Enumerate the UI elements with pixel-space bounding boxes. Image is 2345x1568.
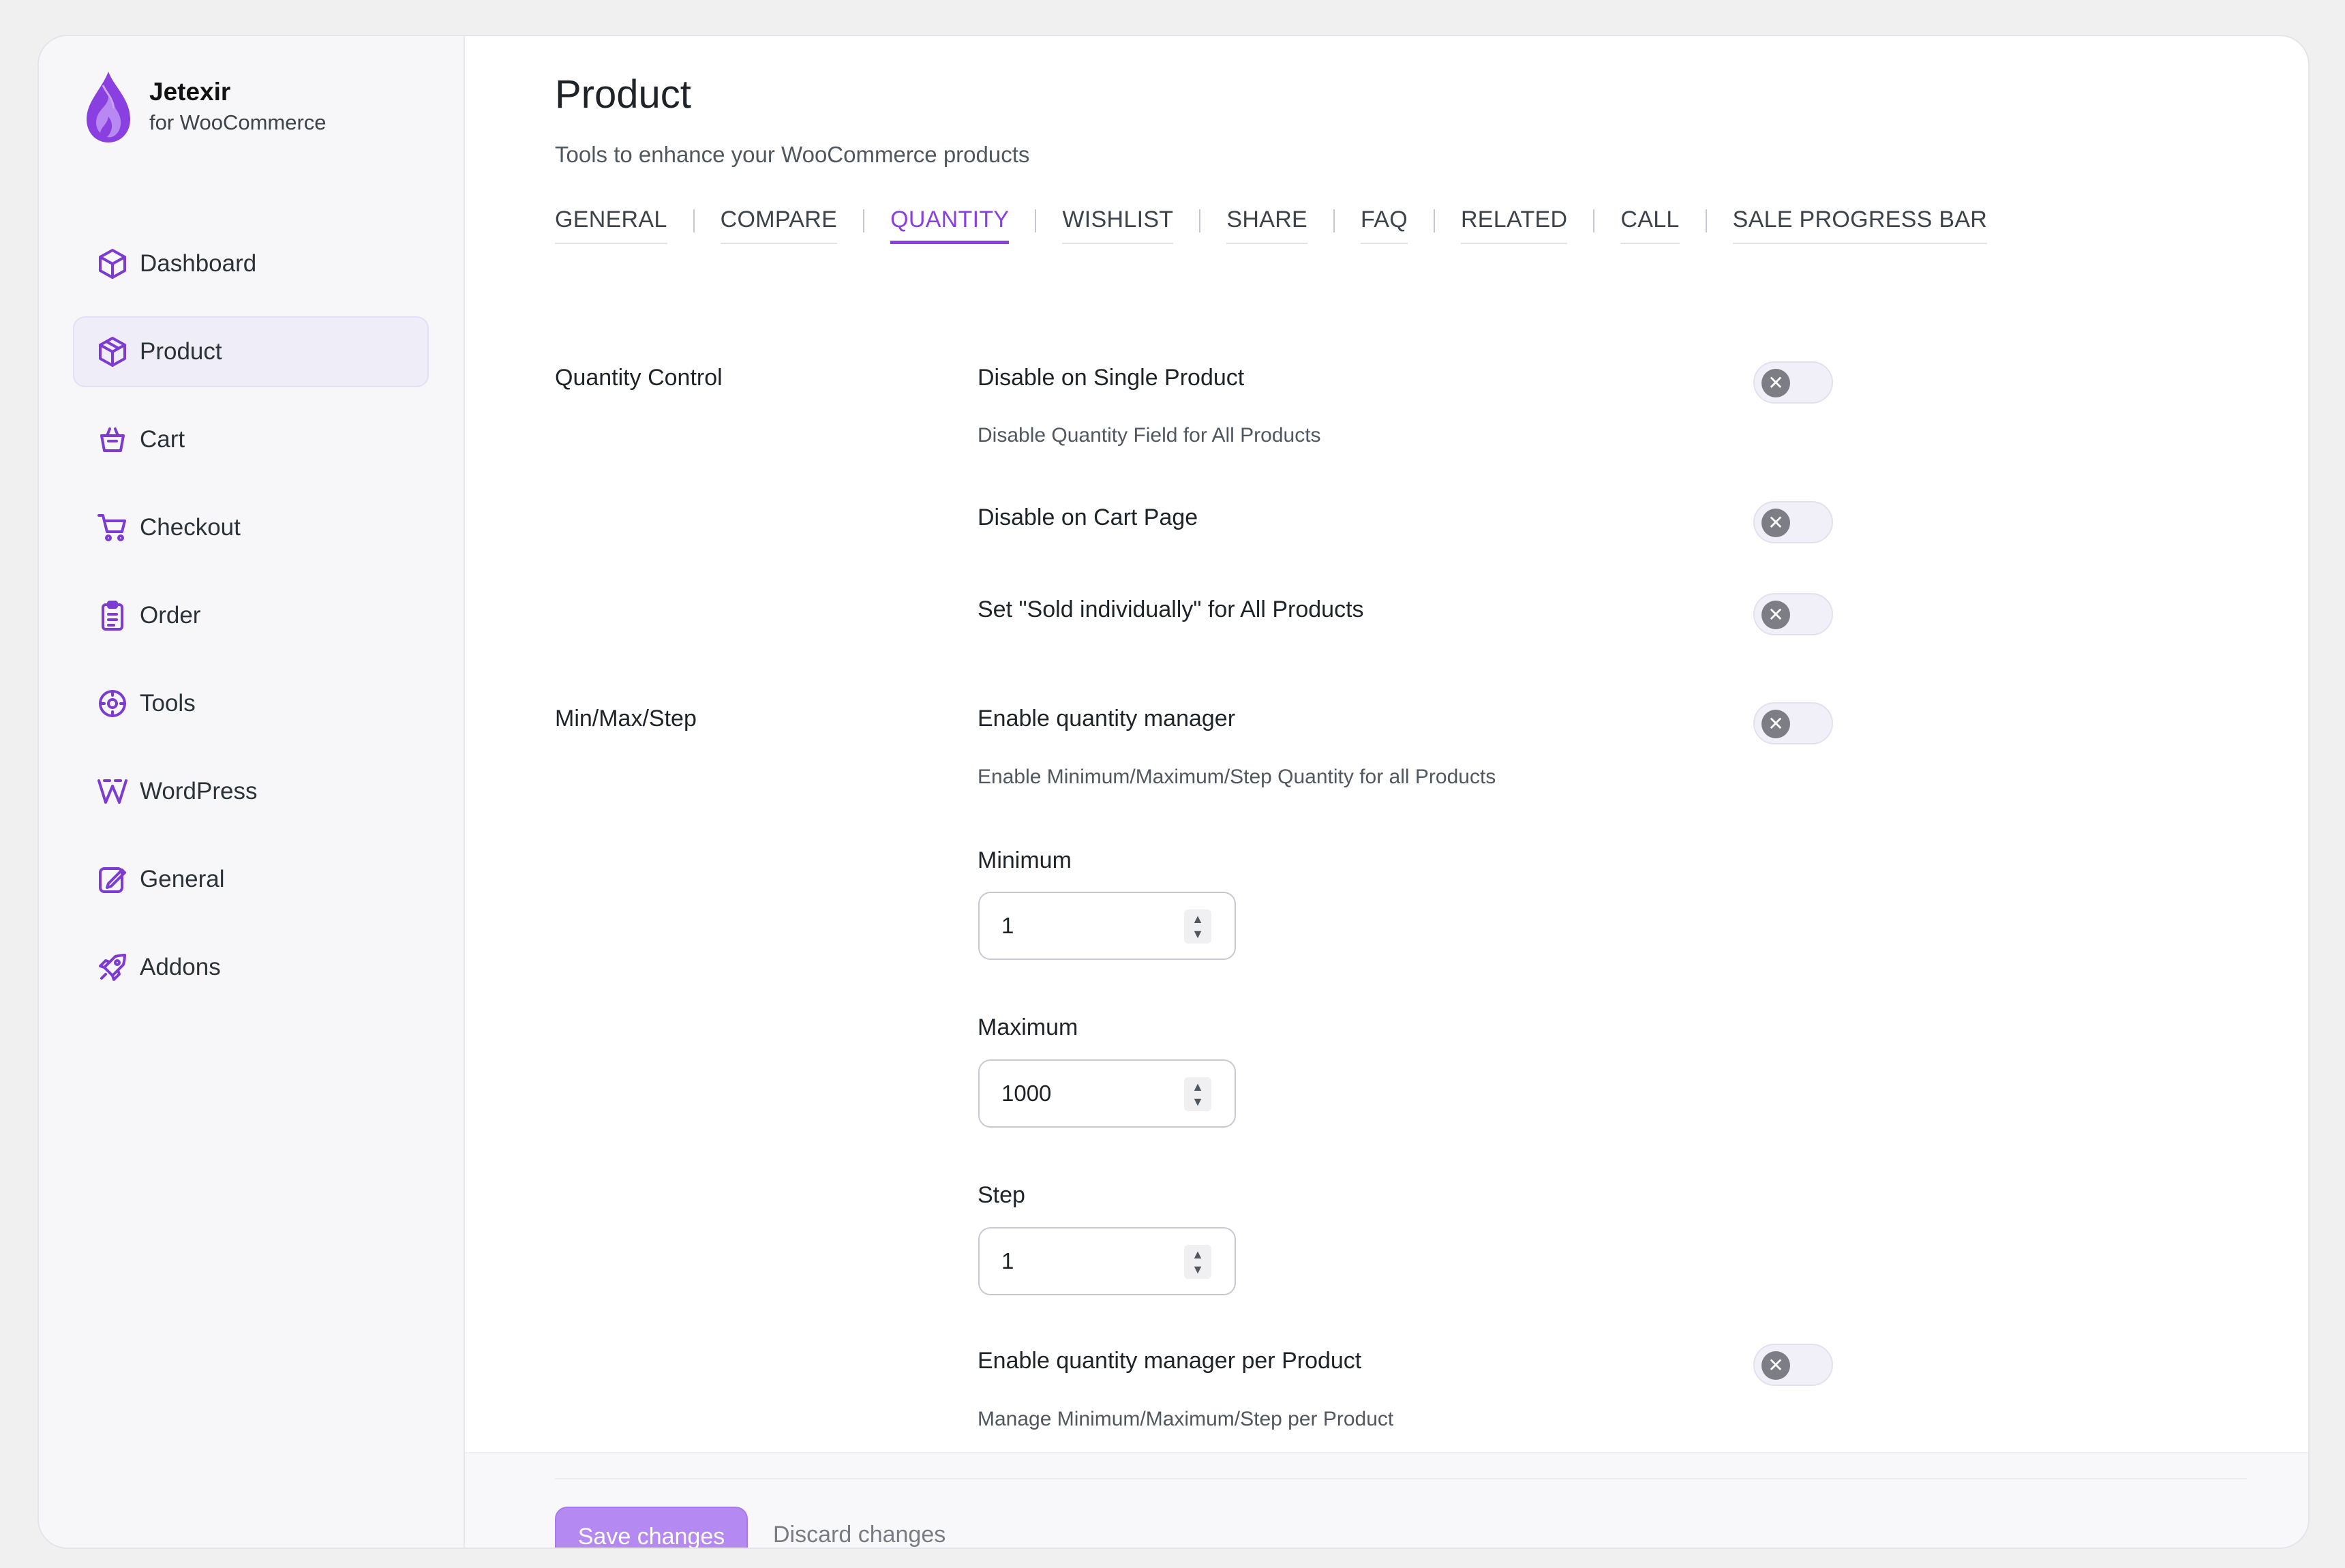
clipboard-icon: [102, 601, 123, 631]
tab-separator: [1035, 209, 1037, 232]
per-product-desc: Manage Minimum/Maximum/Step per Product: [978, 1408, 1394, 1430]
minimum-input[interactable]: 1 ▲ ▼: [978, 892, 1236, 960]
close-icon: ✕: [1761, 369, 1790, 397]
enable-manager-toggle[interactable]: ✕: [1753, 702, 1833, 744]
close-icon: ✕: [1761, 1351, 1790, 1380]
step-label: Step: [978, 1182, 1025, 1208]
brand-subtitle: for WooCommerce: [149, 110, 327, 134]
close-icon: ✕: [1761, 710, 1790, 738]
cube-icon: [99, 249, 126, 279]
settings-window: Jetexir for WooCommerce Dashboard Produc…: [37, 35, 2310, 1549]
tab-separator: [1593, 209, 1595, 232]
discard-button[interactable]: Discard changes: [773, 1522, 945, 1548]
page-subtitle: Tools to enhance your WooCommerce produc…: [555, 142, 1030, 167]
tab-separator: [1199, 209, 1201, 232]
sold-individually-title: Set "Sold individually" for All Products: [978, 597, 1364, 622]
action-bar: Save changes Discard changes: [465, 1452, 2308, 1548]
sidebar-item-cart[interactable]: Cart: [73, 404, 429, 475]
tab-compare[interactable]: COMPARE: [720, 207, 838, 244]
enable-manager-title: Enable quantity manager: [978, 706, 1236, 732]
divider: [555, 1478, 2247, 1479]
sidebar-item-tools[interactable]: Tools: [73, 668, 429, 739]
tab-separator: [863, 209, 865, 232]
sidebar-item-order[interactable]: Order: [73, 580, 429, 651]
tab-separator: [1333, 209, 1335, 232]
sold-individually-toggle[interactable]: ✕: [1753, 593, 1833, 635]
stepper-icon[interactable]: ▲ ▼: [1184, 1245, 1211, 1279]
sidebar-item-label: General: [140, 866, 225, 892]
basket-icon: [100, 427, 125, 452]
maximum-input[interactable]: 1000 ▲ ▼: [978, 1059, 1236, 1128]
brand-name: Jetexir: [149, 78, 231, 106]
step-value: 1: [1001, 1248, 1014, 1273]
edit-icon: [99, 867, 126, 893]
per-product-toggle[interactable]: ✕: [1753, 1344, 1833, 1386]
sidebar-item-label: Order: [140, 602, 201, 629]
tab-related[interactable]: RELATED: [1460, 207, 1568, 244]
sidebar-item-addons[interactable]: Addons: [73, 932, 429, 1003]
brand: Jetexir for WooCommerce: [82, 69, 327, 145]
enable-manager-desc: Enable Minimum/Maximum/Step Quantity for…: [978, 766, 1496, 788]
disable-single-toggle[interactable]: ✕: [1753, 361, 1833, 404]
close-icon: ✕: [1761, 601, 1790, 629]
disable-single-desc: Disable Quantity Field for All Products: [978, 424, 1321, 447]
minimum-value: 1: [1001, 913, 1014, 938]
tab-quantity[interactable]: QUANTITY: [890, 207, 1010, 244]
disable-cart-title: Disable on Cart Page: [978, 504, 1198, 530]
tab-general[interactable]: GENERAL: [555, 207, 667, 244]
sidebar: Jetexir for WooCommerce Dashboard Produc…: [39, 36, 465, 1548]
sidebar-item-label: Addons: [140, 954, 221, 980]
rocket-icon: [99, 954, 126, 981]
tab-wishlist[interactable]: WISHLIST: [1062, 207, 1174, 244]
main-content: Product Tools to enhance your WooCommerc…: [465, 36, 2308, 1548]
per-product-title: Enable quantity manager per Product: [978, 1348, 1362, 1374]
tab-sale-progress-bar[interactable]: SALE PROGRESS BAR: [1732, 207, 1988, 244]
sidebar-item-label: Tools: [140, 690, 196, 717]
sidebar-item-general[interactable]: General: [73, 844, 429, 915]
sidebar-item-dashboard[interactable]: Dashboard: [73, 228, 429, 299]
sidebar-item-label: Dashboard: [140, 250, 257, 277]
tab-call[interactable]: CALL: [1620, 207, 1680, 244]
disable-cart-toggle[interactable]: ✕: [1753, 501, 1833, 543]
stepper-icon[interactable]: ▲ ▼: [1184, 1077, 1211, 1111]
tab-separator: [1705, 209, 1707, 232]
save-button[interactable]: Save changes: [555, 1507, 748, 1548]
maximum-label: Maximum: [978, 1014, 1078, 1040]
tools-icon: [99, 690, 126, 717]
page-title: Product: [555, 72, 691, 117]
sidebar-item-label: Cart: [140, 426, 185, 453]
sidebar-item-product[interactable]: Product: [73, 316, 429, 387]
section-label-quantity-control: Quantity Control: [555, 365, 723, 391]
tab-faq[interactable]: FAQ: [1361, 207, 1408, 244]
tab-bar: GENERAL COMPARE QUANTITY WISHLIST SHARE …: [555, 207, 1988, 244]
disable-single-title: Disable on Single Product: [978, 365, 1245, 391]
close-icon: ✕: [1761, 509, 1790, 537]
flame-drop-icon: [87, 72, 130, 142]
cart-icon: [97, 514, 126, 541]
sidebar-nav: Dashboard Product Cart Checkout Order To…: [73, 228, 429, 1020]
step-input[interactable]: 1 ▲ ▼: [978, 1227, 1236, 1295]
sidebar-item-label: Checkout: [140, 514, 241, 541]
tab-separator: [693, 209, 695, 232]
minimum-label: Minimum: [978, 847, 1072, 873]
tab-share[interactable]: SHARE: [1226, 207, 1308, 244]
sidebar-item-checkout[interactable]: Checkout: [73, 492, 429, 563]
sidebar-item-label: Product: [140, 338, 222, 365]
section-label-min-max-step: Min/Max/Step: [555, 706, 697, 732]
wordpress-icon: [97, 779, 127, 804]
sidebar-item-wordpress[interactable]: WordPress: [73, 756, 429, 827]
maximum-value: 1000: [1001, 1081, 1052, 1106]
tab-separator: [1433, 209, 1435, 232]
box-icon: [99, 337, 126, 367]
sidebar-item-label: WordPress: [140, 778, 258, 804]
stepper-icon[interactable]: ▲ ▼: [1184, 909, 1211, 944]
